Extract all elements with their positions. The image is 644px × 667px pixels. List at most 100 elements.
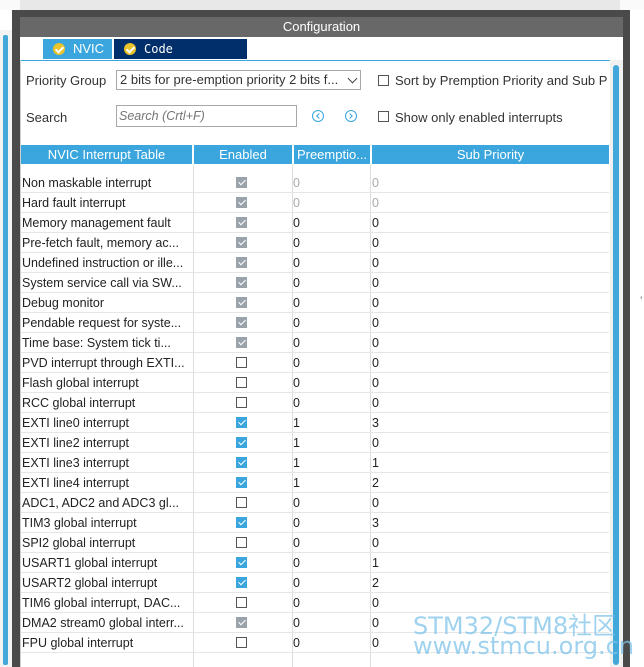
table-row[interactable]: EXTI line2 interrupt 1 0	[21, 433, 609, 453]
sub-priority-value[interactable]: 3	[372, 413, 379, 433]
sub-priority-value[interactable]: 0	[372, 393, 379, 413]
enabled-checkbox[interactable]	[236, 537, 247, 548]
table-row[interactable]: Pendable request for syste... 0 0	[21, 313, 609, 333]
preemption-priority-value[interactable]: 0	[293, 613, 300, 633]
table-row[interactable]: Undefined instruction or ille... 0 0	[21, 253, 609, 273]
preemption-priority-value[interactable]: 1	[293, 473, 300, 493]
preemption-priority-value[interactable]: 0	[293, 233, 300, 253]
preemption-priority-value[interactable]: 1	[293, 433, 300, 453]
enabled-checkbox[interactable]	[236, 577, 247, 588]
left-scrollbar-thumb[interactable]	[3, 35, 8, 665]
interrupt-name: EXTI line2 interrupt	[22, 436, 129, 450]
preemption-priority-value[interactable]: 0	[293, 553, 300, 573]
sub-priority-value[interactable]: 2	[372, 473, 379, 493]
preemption-priority-value[interactable]: 0	[293, 353, 300, 373]
sub-priority-value[interactable]: 0	[372, 213, 379, 233]
enabled-checkbox[interactable]	[236, 497, 247, 508]
preemption-priority-value[interactable]: 0	[293, 173, 300, 193]
table-row[interactable]: EXTI line4 interrupt 1 2	[21, 473, 609, 493]
sub-priority-value[interactable]: 0	[372, 173, 379, 193]
enabled-checkbox[interactable]	[236, 517, 247, 528]
sub-priority-value[interactable]: 1	[372, 553, 379, 573]
table-row[interactable]: PVD interrupt through EXTI... 0 0	[21, 353, 609, 373]
enabled-checkbox[interactable]	[236, 457, 247, 468]
preemption-priority-value[interactable]: 0	[293, 533, 300, 553]
enabled-checkbox[interactable]	[236, 357, 247, 368]
preemption-priority-value[interactable]: 0	[293, 273, 300, 293]
header-enabled[interactable]: Enabled	[194, 145, 292, 164]
sub-priority-value[interactable]: 0	[372, 613, 379, 633]
header-sub-priority[interactable]: Sub Priority	[372, 145, 609, 164]
preemption-priority-value[interactable]: 0	[293, 213, 300, 233]
sub-priority-value[interactable]: 0	[372, 593, 379, 613]
right-scrollbar[interactable]	[610, 60, 623, 667]
tab-code-generation[interactable]: Code generation	[114, 39, 247, 76]
tab-nvic[interactable]: NVIC	[43, 39, 112, 59]
chevron-down-icon	[347, 73, 358, 84]
sub-priority-value[interactable]: 0	[372, 433, 379, 453]
priority-group-select[interactable]: 2 bits for pre-emption priority 2 bits f…	[116, 70, 361, 90]
preemption-priority-value[interactable]: 0	[293, 633, 300, 653]
header-interrupt-table[interactable]: NVIC Interrupt Table	[21, 145, 192, 164]
header-preemption[interactable]: Preemptio...	[294, 145, 370, 164]
table-row[interactable]: EXTI line3 interrupt 1 1	[21, 453, 609, 473]
enabled-checkbox[interactable]	[236, 397, 247, 408]
search-next-button[interactable]	[345, 110, 357, 122]
table-row[interactable]: USART2 global interrupt 0 2	[21, 573, 609, 593]
sub-priority-value[interactable]: 0	[372, 193, 379, 213]
preemption-priority-value[interactable]: 0	[293, 293, 300, 313]
preemption-priority-value[interactable]: 0	[293, 313, 300, 333]
sub-priority-value[interactable]: 0	[372, 493, 379, 513]
enabled-checkbox[interactable]	[236, 477, 247, 488]
sub-priority-value[interactable]: 0	[372, 233, 379, 253]
sub-priority-value[interactable]: 1	[372, 453, 379, 473]
table-row[interactable]: SPI2 global interrupt 0 0	[21, 533, 609, 553]
table-row[interactable]: EXTI line0 interrupt 1 3	[21, 413, 609, 433]
enabled-checkbox[interactable]	[236, 557, 247, 568]
table-row[interactable]: USART1 global interrupt 0 1	[21, 553, 609, 573]
sub-priority-value[interactable]: 2	[372, 573, 379, 593]
sub-priority-value[interactable]: 0	[372, 353, 379, 373]
enabled-checkbox[interactable]	[236, 597, 247, 608]
table-row[interactable]: Non maskable interrupt 0 0	[21, 173, 609, 193]
right-scrollbar-thumb[interactable]	[613, 65, 619, 665]
table-row[interactable]: Debug monitor 0 0	[21, 293, 609, 313]
sub-priority-value[interactable]: 0	[372, 313, 379, 333]
sub-priority-value[interactable]: 3	[372, 513, 379, 533]
table-row[interactable]: TIM3 global interrupt 0 3	[21, 513, 609, 533]
search-previous-button[interactable]	[312, 110, 324, 122]
preemption-priority-value[interactable]: 0	[293, 493, 300, 513]
table-row[interactable]: Memory management fault 0 0	[21, 213, 609, 233]
preemption-priority-value[interactable]: 1	[293, 413, 300, 433]
sub-priority-value[interactable]: 0	[372, 633, 379, 653]
preemption-priority-value[interactable]: 0	[293, 593, 300, 613]
sub-priority-value[interactable]: 0	[372, 533, 379, 553]
table-row[interactable]: Pre-fetch fault, memory ac... 0 0	[21, 233, 609, 253]
preemption-priority-value[interactable]: 0	[293, 253, 300, 273]
enabled-checkbox[interactable]	[236, 417, 247, 428]
preemption-priority-value[interactable]: 0	[293, 193, 300, 213]
table-row[interactable]: Flash global interrupt 0 0	[21, 373, 609, 393]
table-row[interactable]: Hard fault interrupt 0 0	[21, 193, 609, 213]
sub-priority-value[interactable]: 0	[372, 333, 379, 353]
enabled-checkbox[interactable]	[236, 637, 247, 648]
show-enabled-checkbox[interactable]	[378, 111, 389, 122]
preemption-priority-value[interactable]: 0	[293, 333, 300, 353]
sub-priority-value[interactable]: 0	[372, 293, 379, 313]
sort-priority-checkbox[interactable]	[378, 75, 389, 86]
table-row[interactable]: Time base: System tick ti... 0 0	[21, 333, 609, 353]
sub-priority-value[interactable]: 0	[372, 273, 379, 293]
preemption-priority-value[interactable]: 0	[293, 573, 300, 593]
sub-priority-value[interactable]: 0	[372, 373, 379, 393]
table-row[interactable]: System service call via SW... 0 0	[21, 273, 609, 293]
table-row[interactable]: ADC1, ADC2 and ADC3 gl... 0 0	[21, 493, 609, 513]
preemption-priority-value[interactable]: 0	[293, 373, 300, 393]
search-input[interactable]	[116, 105, 297, 127]
preemption-priority-value[interactable]: 0	[293, 393, 300, 413]
sub-priority-value[interactable]: 0	[372, 253, 379, 273]
table-row[interactable]: RCC global interrupt 0 0	[21, 393, 609, 413]
enabled-checkbox[interactable]	[236, 437, 247, 448]
preemption-priority-value[interactable]: 1	[293, 453, 300, 473]
preemption-priority-value[interactable]: 0	[293, 513, 300, 533]
enabled-checkbox[interactable]	[236, 377, 247, 388]
